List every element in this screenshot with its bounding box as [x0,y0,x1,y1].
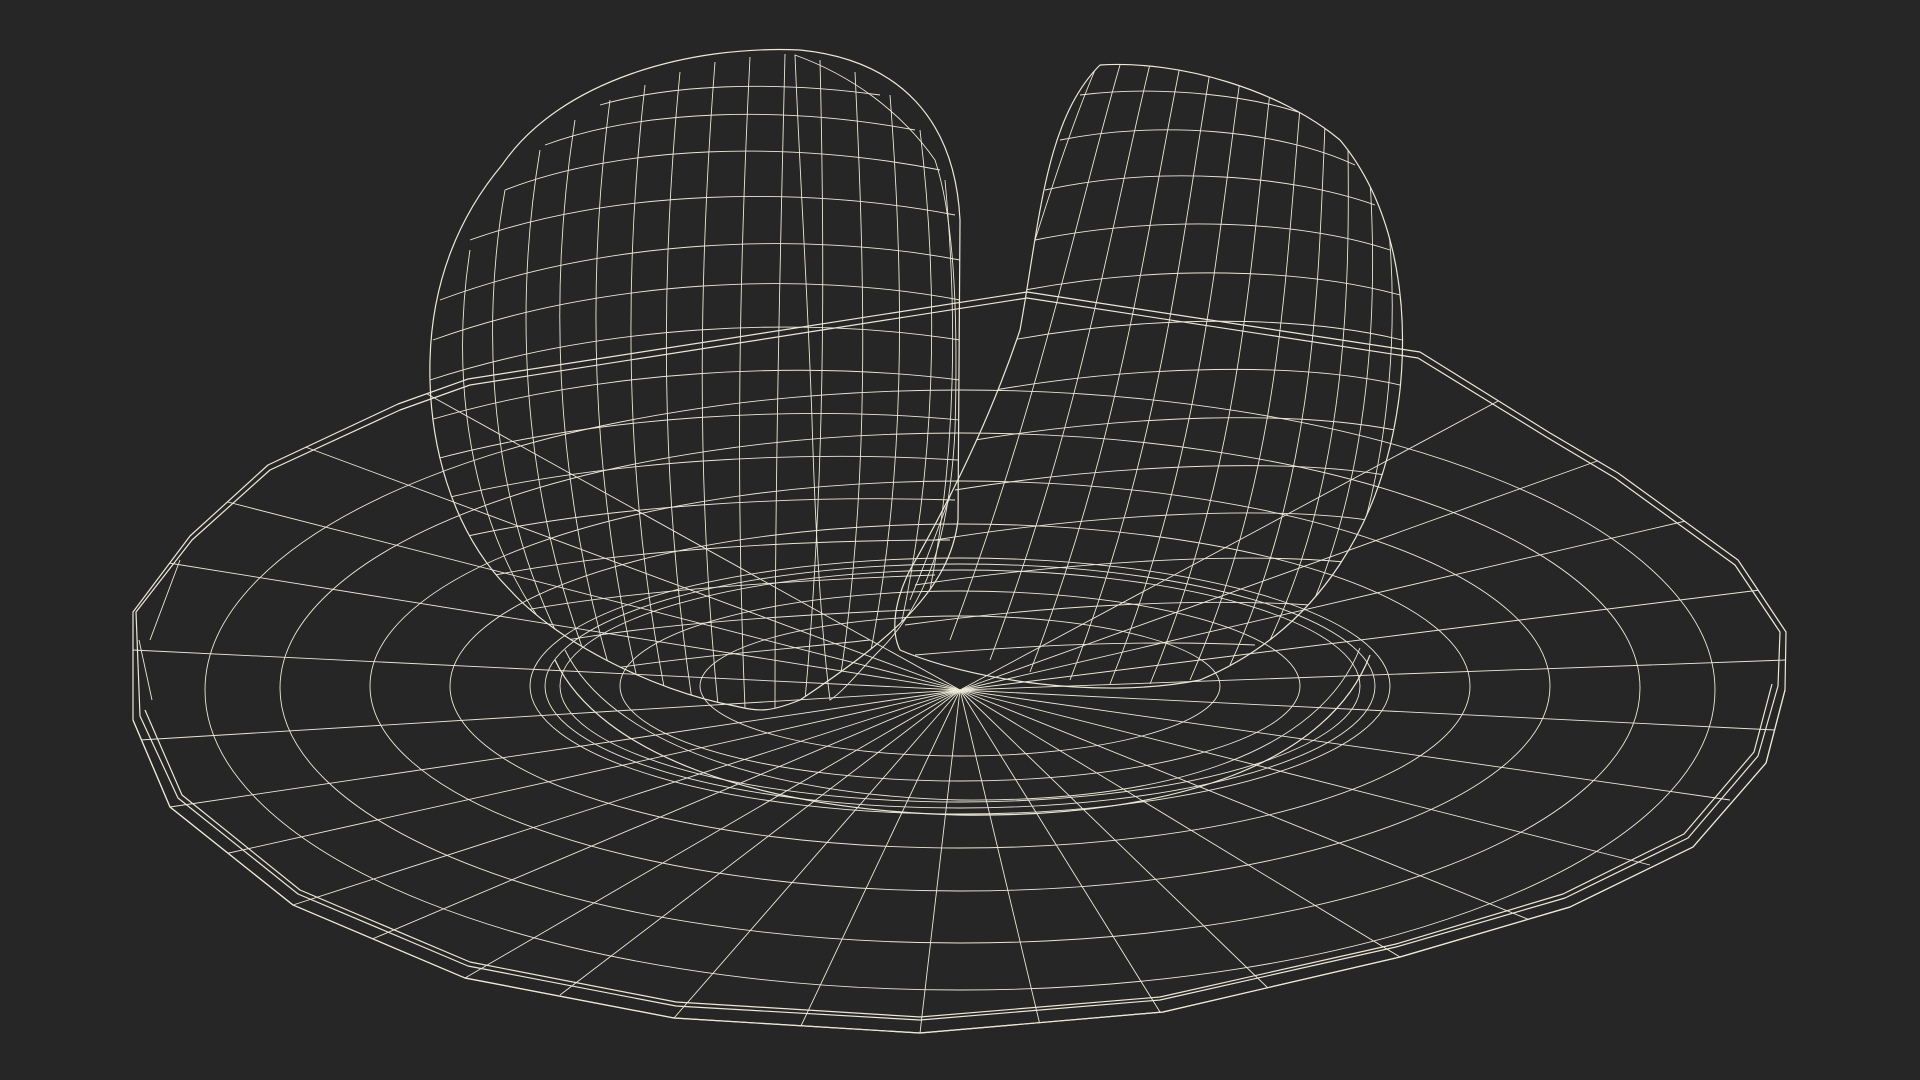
render-canvas [0,0,1920,1080]
wireframe-render-viewport [0,0,1920,1080]
background [0,0,1920,1080]
